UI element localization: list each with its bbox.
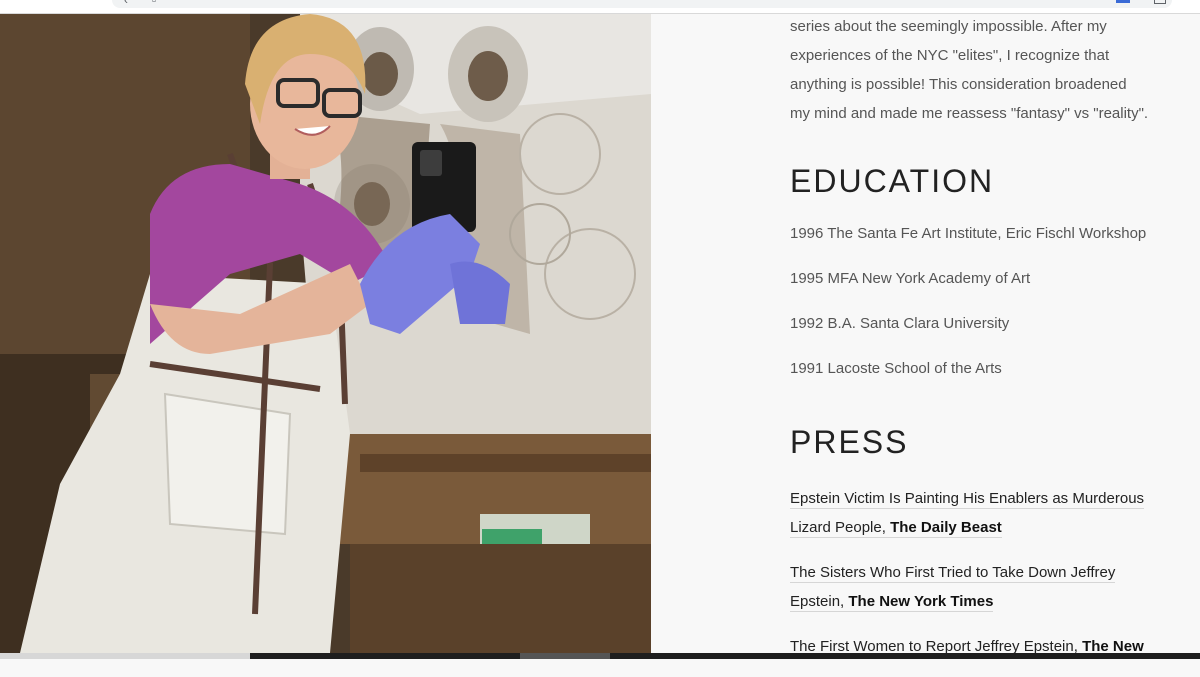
- artist-photo: [0, 14, 651, 653]
- press-title-line1: The Sisters Who First Tried to Take Down…: [790, 564, 1116, 583]
- bio-line: experiences of the NYC "elites", I recog…: [790, 47, 1110, 64]
- address-bar[interactable]: [112, 0, 1172, 8]
- bio-line: my mind and made me reassess "fantasy" v…: [790, 105, 1149, 122]
- bio-paragraph: series about the seemingly impossible. A…: [790, 12, 1170, 128]
- education-item: 1995 MFA New York Academy of Art: [790, 270, 1031, 287]
- press-list: Epstein Victim Is Painting His Enablers …: [790, 484, 1170, 677]
- press-link-new-york-times[interactable]: The Sisters Who First Tried to Take Down…: [790, 564, 1116, 612]
- education-item: 1992 B.A. Santa Clara University: [790, 315, 1010, 332]
- education-item: 1996 The Santa Fe Art Institute, Eric Fi…: [790, 225, 1147, 242]
- press-publication: The New York Times: [848, 593, 994, 610]
- press-title-line2-text: Epstein,: [790, 593, 845, 610]
- education-heading: EDUCATION: [790, 163, 995, 199]
- press-item: Epstein Victim Is Painting His Enablers …: [790, 484, 1170, 542]
- bio-line: series about the seemingly impossible. A…: [790, 18, 1107, 35]
- press-title-line1: Epstein Victim Is Painting His Enablers …: [790, 490, 1145, 509]
- press-title-line2: Epstein, The New York Times: [790, 593, 994, 612]
- press-title-line2: Lizard People, The Daily Beast: [790, 519, 1002, 538]
- scroll-segment: [0, 653, 250, 659]
- bottom-scroll-strip: [0, 653, 1200, 659]
- press-title-line2-text: Lizard People,: [790, 519, 886, 536]
- press-link-daily-beast[interactable]: Epstein Victim Is Painting His Enablers …: [790, 490, 1145, 538]
- browser-toolbar: ‹ ▫: [0, 0, 1200, 14]
- extension-icon[interactable]: [1116, 0, 1130, 3]
- window-icon[interactable]: [1154, 0, 1166, 4]
- education-item: 1991 Lacoste School of the Arts: [790, 360, 1002, 377]
- press-publication: The Daily Beast: [890, 519, 1002, 536]
- bio-line: anything is possible! This consideration…: [790, 76, 1127, 93]
- scroll-segment: [520, 653, 610, 659]
- education-list: 1996 The Santa Fe Art Institute, Eric Fi…: [790, 224, 1146, 404]
- press-item: The Sisters Who First Tried to Take Down…: [790, 558, 1170, 616]
- content-column: series about the seemingly impossible. A…: [790, 12, 1170, 655]
- page-icon: ▫: [152, 0, 157, 7]
- press-heading: PRESS: [790, 424, 909, 460]
- back-arrow-icon[interactable]: ‹: [124, 0, 128, 7]
